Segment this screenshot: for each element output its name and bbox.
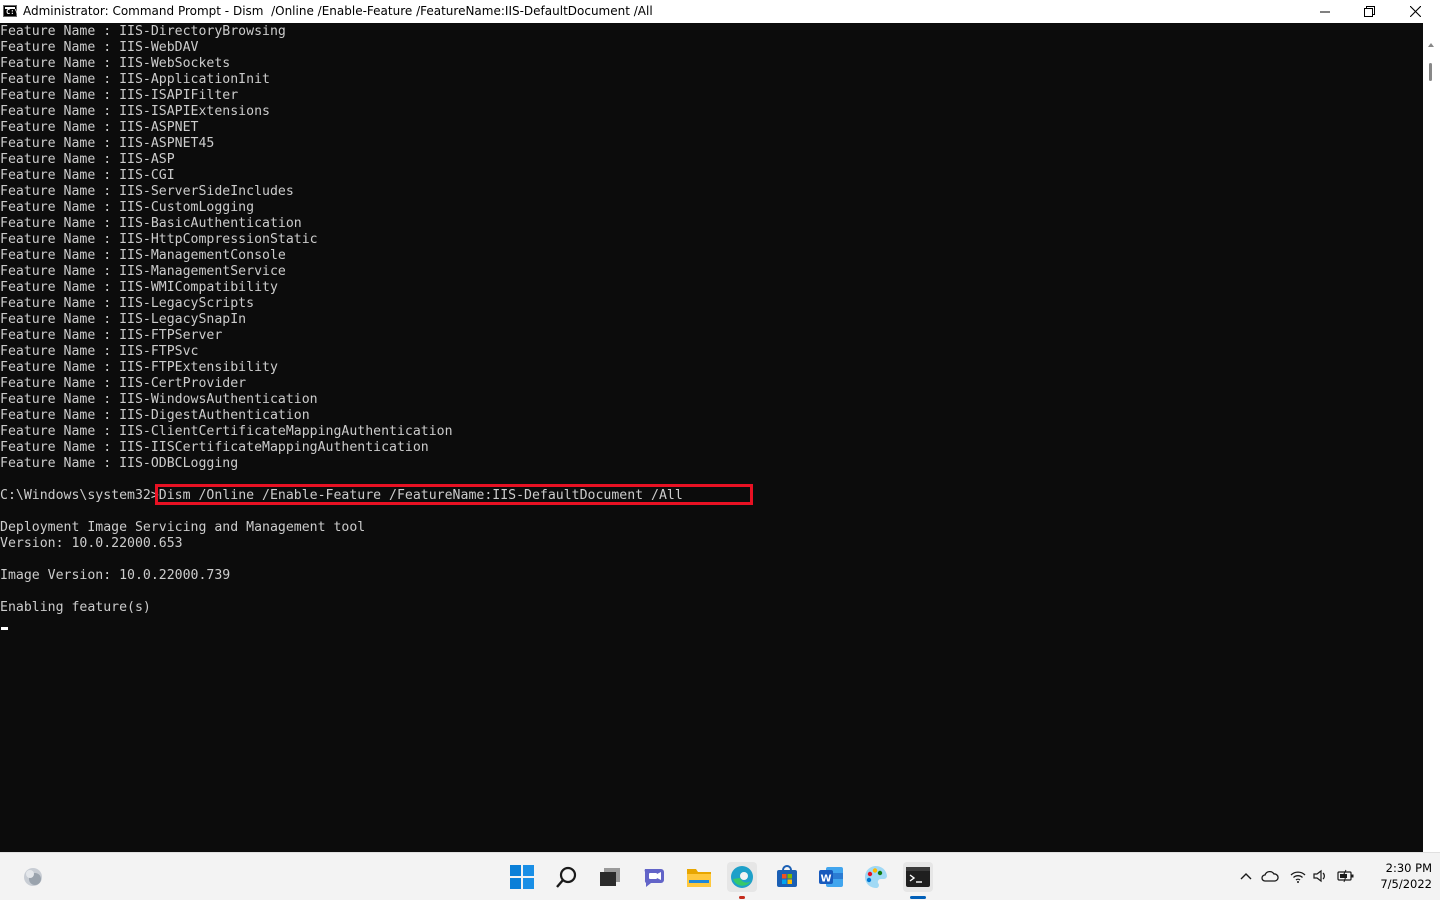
window-title: Administrator: Command Prompt - Dism /On…	[23, 4, 653, 18]
chevron-up-icon	[1240, 873, 1252, 880]
feature-line: Feature Name : IIS-ASPNET45	[0, 136, 215, 151]
title-bar[interactable]: C:\ Administrator: Command Prompt - Dism…	[0, 0, 1440, 23]
battery-button[interactable]	[1337, 867, 1355, 885]
feature-line: Feature Name : IIS-FTPSvc	[0, 344, 199, 359]
store-icon	[777, 865, 797, 887]
clock-time: 2:30 PM	[1385, 861, 1432, 875]
feature-line: Feature Name : IIS-ASP	[0, 152, 175, 167]
status-text: Enabling feature(s)	[0, 600, 151, 615]
feature-line: Feature Name : IIS-ISAPIFilter	[0, 88, 239, 103]
start-button[interactable]	[507, 862, 537, 892]
command-highlight-box	[155, 484, 753, 505]
feature-line: Feature Name : IIS-ApplicationInit	[0, 72, 270, 87]
weather-button[interactable]	[18, 862, 48, 892]
feature-line: Feature Name : IIS-DirectoryBrowsing	[0, 24, 286, 39]
tool-version: Version: 10.0.22000.653	[0, 536, 183, 551]
feature-line: Feature Name : IIS-LegacyScripts	[0, 296, 255, 311]
battery-icon	[1337, 869, 1354, 883]
console-output[interactable]: Feature Name : IIS-DirectoryBrowsing Feat…	[0, 23, 1423, 852]
feature-line: Feature Name : IIS-WebSockets	[0, 56, 231, 71]
chat-button[interactable]	[640, 862, 670, 892]
feature-line: Feature Name : IIS-ODBCLogging	[0, 456, 239, 471]
feature-line: Feature Name : IIS-ClientCertificateMapp…	[0, 424, 453, 439]
store-button[interactable]	[772, 862, 802, 892]
tool-name: Deployment Image Servicing and Managemen…	[0, 520, 366, 535]
scrollbar-thumb[interactable]	[1429, 63, 1432, 81]
feature-line: Feature Name : IIS-BasicAuthentication	[0, 216, 302, 231]
feature-line: Feature Name : IIS-CertProvider	[0, 376, 247, 391]
maximize-button[interactable]	[1346, 0, 1392, 23]
paint-button[interactable]	[860, 862, 890, 892]
maximize-icon	[1363, 6, 1375, 17]
feature-line: Feature Name : IIS-ManagementService	[0, 264, 286, 279]
weather-icon	[24, 868, 42, 886]
cmd-app-icon[interactable]: C:\	[3, 5, 19, 17]
taskbar-clock[interactable]: 2:30 PM 7/5/2022	[1362, 860, 1432, 892]
cmd-app-icon-label: C:\	[6, 8, 19, 16]
task-view-button[interactable]	[595, 862, 625, 892]
word-icon: W	[819, 867, 843, 887]
show-hidden-icons-button[interactable]	[1237, 867, 1255, 885]
chat-icon	[644, 869, 664, 887]
feature-line: Feature Name : IIS-CustomLogging	[0, 200, 255, 215]
feature-line: Feature Name : IIS-WebDAV	[0, 40, 199, 55]
prompt-text: C:\Windows\system32>	[0, 488, 159, 503]
volume-button[interactable]	[1312, 867, 1330, 885]
volume-icon	[1313, 869, 1325, 883]
minimize-button[interactable]	[1302, 0, 1348, 23]
feature-list: Feature Name : IIS-DirectoryBrowsing Feat…	[0, 24, 1423, 472]
onedrive-icon	[1261, 870, 1279, 882]
word-button[interactable]: W	[816, 862, 846, 892]
paint-icon	[864, 865, 887, 889]
feature-line: Feature Name : IIS-FTPExtensibility	[0, 360, 278, 375]
feature-line: Feature Name : IIS-IISCertificateMapping…	[0, 440, 429, 455]
close-icon	[1409, 6, 1421, 17]
taskbar: W 2:30 PM 7/5/2022	[0, 852, 1440, 900]
feature-line: Feature Name : IIS-LegacySnapIn	[0, 312, 247, 327]
feature-line: Feature Name : IIS-WindowsAuthentication	[0, 392, 318, 407]
search-button[interactable]	[552, 862, 582, 892]
svg-text:W: W	[820, 874, 831, 885]
text-cursor	[1, 627, 8, 630]
edge-icon	[731, 866, 753, 888]
vertical-scrollbar[interactable]	[1423, 23, 1440, 852]
edge-active-indicator	[739, 896, 745, 899]
task-view-icon	[600, 868, 620, 886]
feature-line: Feature Name : IIS-FTPServer	[0, 328, 223, 343]
search-icon	[556, 866, 577, 888]
wifi-button[interactable]	[1289, 867, 1307, 885]
feature-line: Feature Name : IIS-WMICompatibility	[0, 280, 278, 295]
feature-line: Feature Name : IIS-ServerSideIncludes	[0, 184, 294, 199]
start-icon	[510, 865, 534, 889]
minimize-icon	[1320, 11, 1330, 12]
scroll-up-icon[interactable]	[1428, 43, 1434, 47]
file-explorer-icon	[687, 869, 711, 887]
close-button[interactable]	[1392, 0, 1438, 23]
clock-date: 7/5/2022	[1380, 877, 1432, 891]
feature-line: Feature Name : IIS-ASPNET	[0, 120, 199, 135]
edge-button[interactable]	[727, 862, 757, 899]
terminal-button[interactable]	[903, 862, 933, 899]
feature-line: Feature Name : IIS-DigestAuthentication	[0, 408, 310, 423]
terminal-icon	[906, 867, 930, 887]
onedrive-button[interactable]	[1261, 867, 1279, 885]
terminal-active-indicator	[910, 896, 926, 899]
feature-line: Feature Name : IIS-ISAPIExtensions	[0, 104, 270, 119]
feature-line: Feature Name : IIS-ManagementConsole	[0, 248, 286, 263]
feature-line: Feature Name : IIS-HttpCompressionStatic	[0, 232, 318, 247]
image-version: Image Version: 10.0.22000.739	[0, 568, 231, 583]
file-explorer-button[interactable]	[684, 862, 714, 892]
wifi-icon	[1290, 870, 1306, 883]
feature-line: Feature Name : IIS-CGI	[0, 168, 175, 183]
